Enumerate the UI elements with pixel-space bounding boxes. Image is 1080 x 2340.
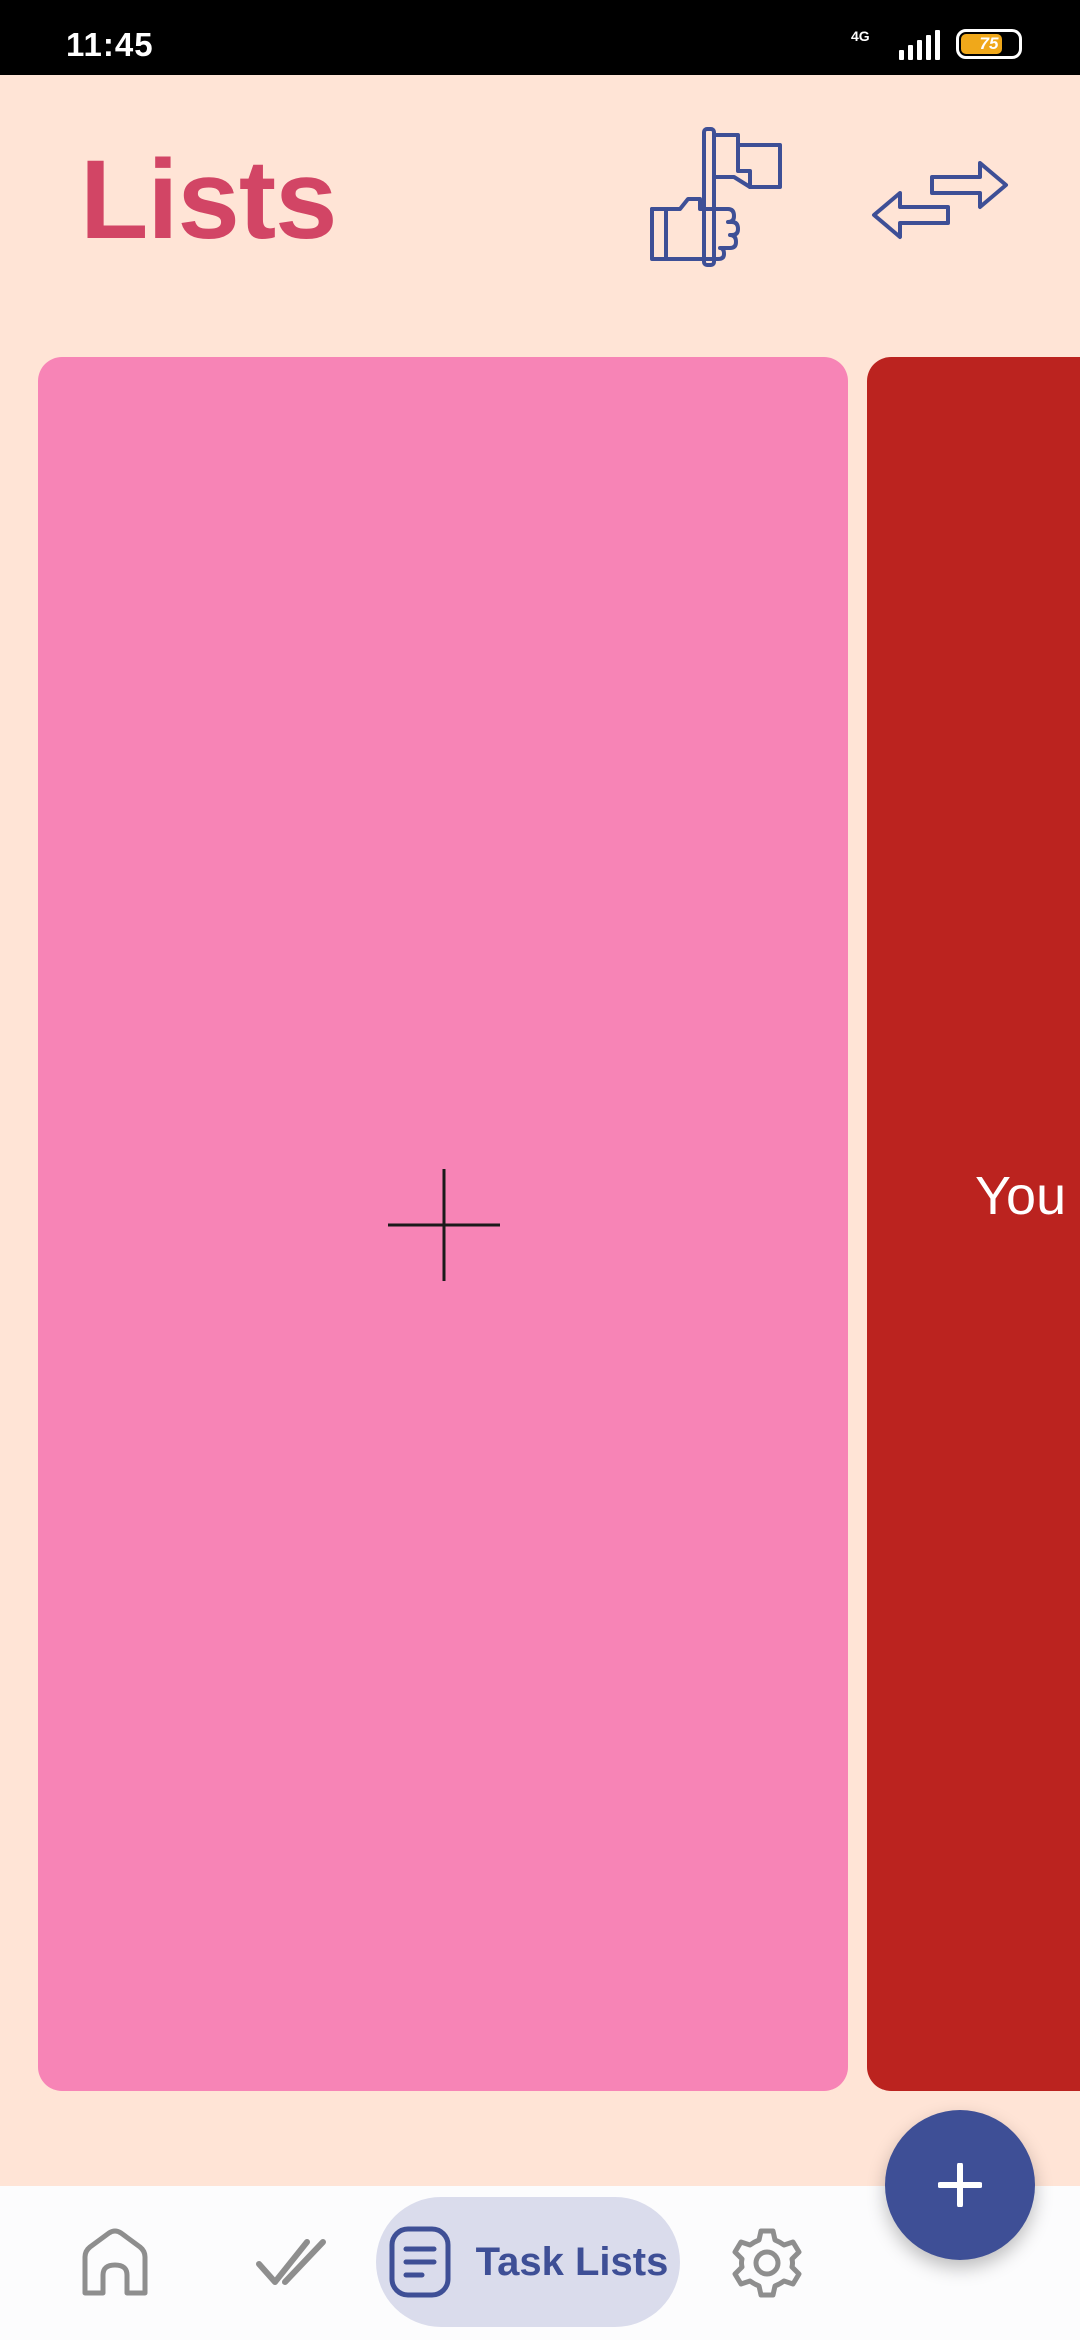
nav-settings[interactable] bbox=[722, 2186, 812, 2340]
page-title: Lists bbox=[80, 137, 337, 262]
network-type: 4G bbox=[851, 28, 870, 44]
nav-task-lists-label: Task Lists bbox=[475, 2239, 669, 2284]
status-bar: 11:45 4G 75 bbox=[0, 0, 1080, 75]
home-icon bbox=[82, 2228, 148, 2296]
battery-icon: 75 bbox=[956, 29, 1022, 59]
hand-holding-flag-icon bbox=[650, 127, 782, 267]
gear-icon bbox=[732, 2228, 802, 2298]
status-time: 11:45 bbox=[66, 26, 154, 63]
nav-home[interactable] bbox=[70, 2186, 160, 2340]
add-list-card[interactable] bbox=[38, 357, 848, 2091]
document-icon bbox=[389, 2226, 451, 2298]
plus-icon bbox=[938, 2163, 982, 2207]
nav-tasks[interactable] bbox=[246, 2186, 336, 2340]
swap-arrows-icon bbox=[872, 161, 1008, 239]
nav-task-lists[interactable]: Task Lists bbox=[376, 2197, 680, 2327]
header: Lists bbox=[0, 75, 1080, 355]
list-card[interactable]: You bbox=[867, 357, 1080, 2091]
add-fab-button[interactable] bbox=[885, 2110, 1035, 2260]
double-check-icon bbox=[256, 2239, 326, 2285]
plus-icon bbox=[388, 1169, 500, 1281]
status-icons: 4G 75 bbox=[851, 26, 1022, 62]
list-card-text: You bbox=[975, 1166, 1067, 1226]
battery-level: 75 bbox=[979, 34, 999, 53]
flag-button[interactable] bbox=[650, 127, 795, 267]
signal-icon bbox=[899, 28, 940, 60]
swap-button[interactable] bbox=[870, 155, 1010, 245]
